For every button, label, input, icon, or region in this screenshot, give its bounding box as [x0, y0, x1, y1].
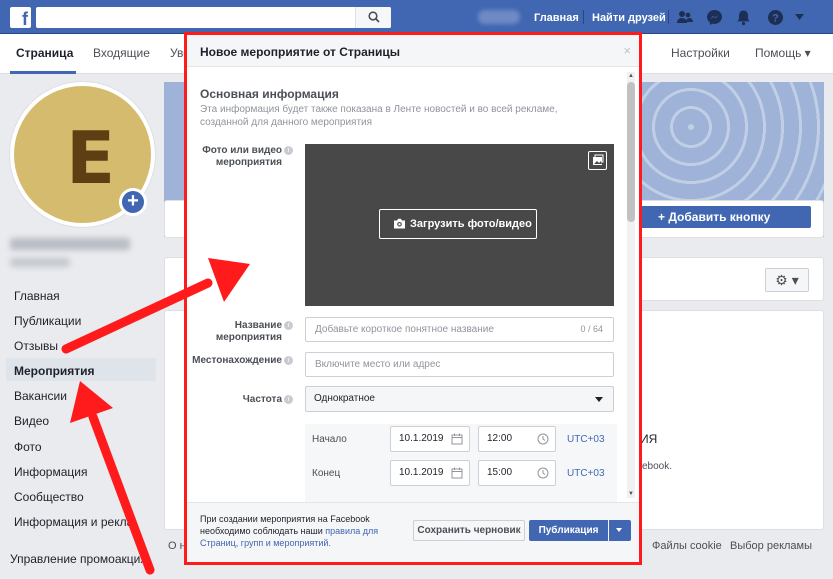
sidebar-item-home[interactable]: Главная [14, 289, 60, 303]
help-dropdown[interactable]: Помощь ▾ [755, 46, 811, 60]
scroll-up-arrow[interactable]: ▲ [627, 72, 635, 80]
info-icon[interactable]: i [284, 321, 293, 330]
location-placeholder: Включите место или адрес [315, 359, 441, 370]
close-icon[interactable]: × [623, 43, 631, 58]
frequency-value: Однократное [314, 393, 375, 404]
user-avatar[interactable] [478, 10, 520, 24]
info-icon[interactable]: i [284, 356, 293, 365]
tab-inbox[interactable]: Входящие [93, 46, 150, 60]
scrollbar[interactable]: ▲ ▼ [627, 72, 635, 498]
clock-icon [537, 467, 549, 479]
image-icon [593, 154, 604, 165]
start-time-value: 12:00 [487, 433, 513, 444]
footer-link-ad-choices[interactable]: Выбор рекламы [730, 540, 812, 552]
search-button[interactable] [355, 7, 391, 28]
sidebar-item-jobs[interactable]: Вакансии [14, 389, 67, 403]
start-date-input[interactable]: 10.1.2019 [390, 426, 470, 452]
chevron-down-icon [616, 528, 622, 532]
sidebar-item-events[interactable]: Мероприятия [14, 364, 95, 378]
sidebar-item-promotions[interactable]: Управление промоакция [10, 552, 147, 566]
event-name-placeholder: Добавьте короткое понятное название [315, 324, 494, 335]
tab-page[interactable]: Страница [16, 46, 73, 60]
sidebar-item-posts[interactable]: Публикации [14, 314, 81, 328]
divider [668, 10, 669, 24]
calendar-icon [451, 433, 463, 445]
info-icon[interactable]: i [284, 146, 293, 155]
profile-letter: E [66, 116, 116, 200]
frequency-select[interactable]: Однократное [305, 386, 614, 412]
publish-options-button[interactable] [609, 520, 631, 541]
top-link-find-friends[interactable]: Найти друзей [592, 12, 666, 24]
start-time-input[interactable]: 12:00 [478, 426, 556, 452]
create-event-modal: Новое мероприятие от Страницы × ▲ ▼ Осно… [184, 32, 642, 565]
friend-requests-icon[interactable] [676, 9, 693, 26]
media-gallery-button[interactable] [588, 151, 607, 170]
event-media-area[interactable]: Загрузить фото/видео [305, 144, 614, 306]
end-timezone[interactable]: UTC+03 [567, 468, 605, 479]
search-icon [368, 11, 380, 23]
top-link-home[interactable]: Главная [534, 12, 579, 24]
start-date-value: 10.1.2019 [399, 433, 444, 444]
clock-icon [537, 433, 549, 445]
page-username-redacted [10, 258, 70, 267]
end-date-value: 10.1.2019 [399, 467, 444, 478]
photo-field-label: Фото или видео мероприятия [202, 145, 282, 168]
modal-footer: При создании мероприятия на Facebook нео… [187, 502, 639, 562]
chevron-down-icon [595, 397, 603, 402]
messenger-icon[interactable] [706, 9, 723, 26]
frequency-field-label: Частота [242, 394, 282, 405]
footer-link-cookies[interactable]: Файлы cookie [652, 540, 722, 552]
start-label: Начало [312, 434, 347, 445]
end-time-value: 15:00 [487, 467, 513, 478]
tab-settings[interactable]: Настройки [671, 46, 730, 60]
modal-body: ▲ ▼ Основная информация Эта информация б… [187, 68, 639, 502]
svg-text:?: ? [772, 13, 779, 25]
section-description: Эта информация будет также показана в Ле… [200, 104, 558, 128]
divider [583, 10, 584, 24]
info-icon[interactable]: i [284, 395, 293, 404]
sidebar-item-videos[interactable]: Видео [14, 414, 49, 428]
upload-photo-video-button[interactable]: Загрузить фото/видео [379, 209, 537, 239]
publish-button[interactable]: Публикация [529, 520, 608, 541]
sidebar-item-reviews[interactable]: Отзывы [14, 339, 58, 353]
notifications-bell-icon[interactable] [735, 9, 752, 26]
page-name-redacted [10, 238, 130, 250]
name-field-label: Название мероприятия [215, 320, 282, 343]
save-draft-button[interactable]: Сохранить черновик [413, 520, 525, 541]
add-button[interactable]: + Добавить кнопку [640, 206, 811, 228]
sidebar-item-info[interactable]: Информация [14, 465, 87, 479]
end-date-input[interactable]: 10.1.2019 [390, 460, 470, 486]
settings-gear-button[interactable]: ⚙ ▾ [765, 268, 809, 292]
calendar-icon [451, 467, 463, 479]
facebook-logo-icon[interactable]: f [10, 7, 31, 29]
upload-button-label: Загрузить фото/видео [410, 218, 532, 230]
camera-icon [394, 218, 405, 229]
modal-title: Новое мероприятие от Страницы [200, 45, 401, 59]
chevron-down-icon[interactable] [795, 14, 804, 21]
top-bar: f Главная Найти друзей ? [0, 0, 833, 34]
background-text-fragment: ebook. [642, 461, 673, 472]
sidebar-item-info-ads[interactable]: Информация и рекла [14, 515, 133, 529]
add-photo-button[interactable]: + [119, 188, 147, 216]
sidebar-item-photos[interactable]: Фото [14, 440, 42, 454]
section-title: Основная информация [200, 87, 339, 101]
help-icon[interactable]: ? [767, 9, 784, 26]
search-input[interactable] [36, 7, 391, 28]
scroll-down-arrow[interactable]: ▼ [627, 490, 635, 498]
event-name-input[interactable]: Добавьте короткое понятное название 0 / … [305, 317, 614, 342]
event-policy-note: При создании мероприятия на Facebook нео… [200, 513, 405, 549]
active-tab-indicator [10, 71, 76, 74]
scroll-thumb[interactable] [627, 82, 635, 222]
location-field-label: Местонахождение [192, 355, 282, 366]
sidebar-item-community[interactable]: Сообщество [14, 490, 84, 504]
modal-header: Новое мероприятие от Страницы × [187, 35, 639, 67]
start-timezone[interactable]: UTC+03 [567, 434, 605, 445]
background-text-fragment: ИЯ [640, 432, 658, 446]
character-counter: 0 / 64 [580, 324, 603, 334]
end-label: Конец [312, 468, 341, 479]
end-time-input[interactable]: 15:00 [478, 460, 556, 486]
location-input[interactable]: Включите место или адрес [305, 352, 614, 377]
